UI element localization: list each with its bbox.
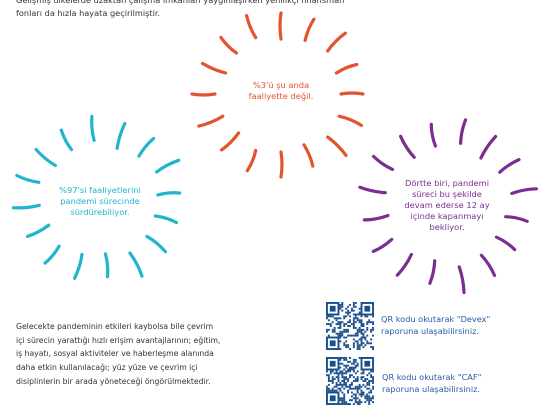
burst-ray: [128, 251, 144, 278]
conclusion-text: Gelecekte pandeminin etkileri kaybolsa b…: [16, 322, 221, 386]
burst-ray: [59, 128, 74, 152]
burst-ray: [145, 234, 167, 254]
burst-ray: [339, 91, 365, 96]
burst-ray: [279, 150, 284, 179]
burst-ray: [395, 252, 413, 277]
burst-ray: [510, 187, 538, 195]
caf-qr-label: QR kodu okutarak "CAF" raporuna ulaşabil…: [382, 372, 482, 394]
burst-ray: [115, 122, 127, 150]
burst-ray: [371, 154, 395, 171]
burst-ray: [278, 11, 283, 41]
burst-ray: [219, 35, 239, 55]
burst-ray: [498, 158, 521, 174]
burst-ray: [245, 148, 258, 173]
burst-ray: [302, 143, 315, 168]
burst-ray: [428, 259, 437, 285]
burst-ray: [326, 135, 348, 158]
burst-ray: [90, 114, 96, 142]
burst-ray: [504, 215, 529, 223]
burst-ray: [25, 223, 51, 238]
burst-ray: [457, 265, 466, 295]
burst-teal-label: %97'si faaliyetlerini pandemi sürecinde …: [59, 185, 141, 217]
burst-ray: [245, 13, 258, 40]
burst-ray: [334, 62, 359, 75]
burst-red-label: %3'ü şu anda faaliyette değil.: [248, 80, 314, 101]
burst-ray: [479, 134, 498, 160]
burst-ray: [220, 131, 241, 152]
burst-teal: %97'si faaliyetlerini pandemi sürecinde …: [10, 114, 190, 282]
burst-ray: [190, 92, 217, 97]
burst-ray: [371, 237, 394, 253]
burst-ray: [197, 114, 225, 128]
burst-ray: [429, 122, 437, 148]
devex-qr-graphic: [326, 302, 374, 350]
burst-ray: [200, 61, 228, 75]
burst-ray: [34, 147, 57, 168]
devex-qr-code[interactable]: [326, 302, 374, 350]
burst-ray: [479, 253, 497, 277]
burst-ray: [43, 244, 61, 265]
burst-ray: [362, 213, 390, 222]
burst-ray: [326, 31, 347, 53]
burst-ray: [494, 235, 517, 252]
burst-red: %3'ü şu anda faaliyette değil.: [188, 11, 374, 179]
caf-qr-code[interactable]: [326, 357, 374, 405]
burst-ray: [73, 252, 84, 280]
burst-ray: [15, 173, 41, 184]
burst-ray: [137, 136, 156, 158]
burst-ray: [358, 185, 387, 195]
burst-ray: [459, 118, 468, 145]
burst-ray: [399, 134, 416, 159]
burst-purple: Dörtte biri, pandemi süreci bu şekilde d…: [355, 118, 540, 295]
burst-purple-label: Dörtte biri, pandemi süreci bu şekilde d…: [404, 178, 490, 232]
burst-ray: [155, 158, 181, 174]
caf-qr-graphic: [326, 357, 374, 405]
burst-ray: [103, 252, 110, 279]
devex-qr-label: QR kodu okutarak "Devex" raporuna ulaşab…: [381, 314, 491, 336]
burst-ray: [303, 17, 316, 42]
